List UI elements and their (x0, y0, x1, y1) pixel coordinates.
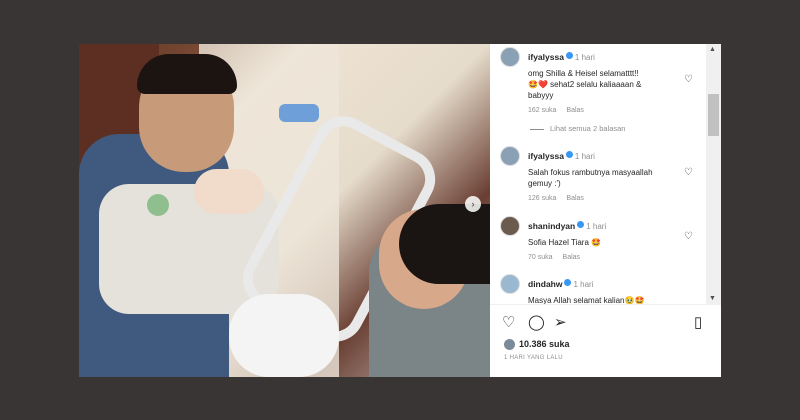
reply-button[interactable]: Balas (566, 195, 584, 202)
comment-list: ifyalyssa 1 hari omg Shilla & Heisel sela… (490, 44, 706, 304)
reply-button[interactable]: Balas (566, 107, 584, 114)
comment-text: Salah fokus rambutnya masyaallah gemuy :… (528, 168, 653, 188)
comment-likes[interactable]: 70 suka (528, 254, 553, 261)
comment-text: Sofia Hazel Tiara 🤩 (528, 238, 602, 247)
scroll-up-icon[interactable]: ▲ (709, 46, 716, 53)
bookmark-icon[interactable]: ▯ (694, 315, 702, 331)
scroll-thumb[interactable] (708, 94, 719, 136)
reply-button[interactable]: Balas (563, 254, 581, 261)
pillow (229, 294, 339, 377)
likes-count[interactable]: 10.386 suka (504, 339, 570, 351)
comment-panel: ifyalyssa 1 hari omg Shilla & Heisel sela… (490, 44, 721, 377)
chevron-right-icon[interactable]: › (465, 196, 481, 212)
scrollbar[interactable]: ▲ ▼ (706, 44, 721, 304)
heart-icon[interactable]: ♡ (684, 75, 694, 85)
verified-icon (565, 151, 573, 159)
verified-icon (564, 279, 572, 287)
verified-icon (565, 52, 573, 60)
comment-username[interactable]: dindahw (528, 279, 562, 289)
comment-likes[interactable]: 126 suka (528, 195, 556, 202)
avatar[interactable] (500, 47, 520, 67)
verified-icon (577, 221, 585, 229)
heart-icon[interactable]: ♡ (684, 168, 694, 178)
heart-icon[interactable]: ♡ (502, 315, 515, 331)
post-photo[interactable]: › (79, 44, 490, 377)
baby-badge (147, 194, 169, 216)
post-actions: ♡ ◯ ➢ ▯ 10.386 suka 1 HARI YANG LALU (490, 304, 721, 377)
comment-icon[interactable]: ◯ (528, 315, 545, 331)
iv-pole-clip (279, 104, 319, 122)
scroll-down-icon[interactable]: ▼ (709, 295, 716, 302)
heart-icon[interactable]: ♡ (684, 232, 694, 242)
post-time: 1 HARI YANG LALU (504, 355, 563, 361)
view-replies-button[interactable]: Lihat semua 2 balasan (530, 124, 625, 133)
comment-time: 1 hari (573, 280, 594, 289)
comment-time: 1 hari (586, 222, 607, 231)
comment-text: omg Shilla & Heisel selamatttt!! 🤩❤️ seh… (528, 69, 642, 100)
baby-face (194, 169, 264, 214)
comment-time: 1 hari (574, 152, 595, 161)
comment-text: Masya Allah selamat kalian🥹🤩 (528, 296, 645, 304)
avatar (504, 339, 515, 351)
woman-hair (399, 204, 490, 284)
comment-username[interactable]: ifyalyssa (528, 52, 564, 62)
instagram-post-card: › ifyalyssa 1 hari omg Shilla & Heisel se… (79, 44, 721, 377)
avatar[interactable] (500, 216, 520, 236)
man-hair (137, 54, 237, 94)
comment-username[interactable]: ifyalyssa (528, 151, 564, 161)
comment-likes[interactable]: 162 suka (528, 107, 556, 114)
share-icon[interactable]: ➢ (554, 315, 567, 331)
comment-time: 1 hari (574, 53, 595, 62)
comment-username[interactable]: shanindyan (528, 221, 575, 231)
avatar[interactable] (500, 146, 520, 166)
avatar[interactable] (500, 274, 520, 294)
